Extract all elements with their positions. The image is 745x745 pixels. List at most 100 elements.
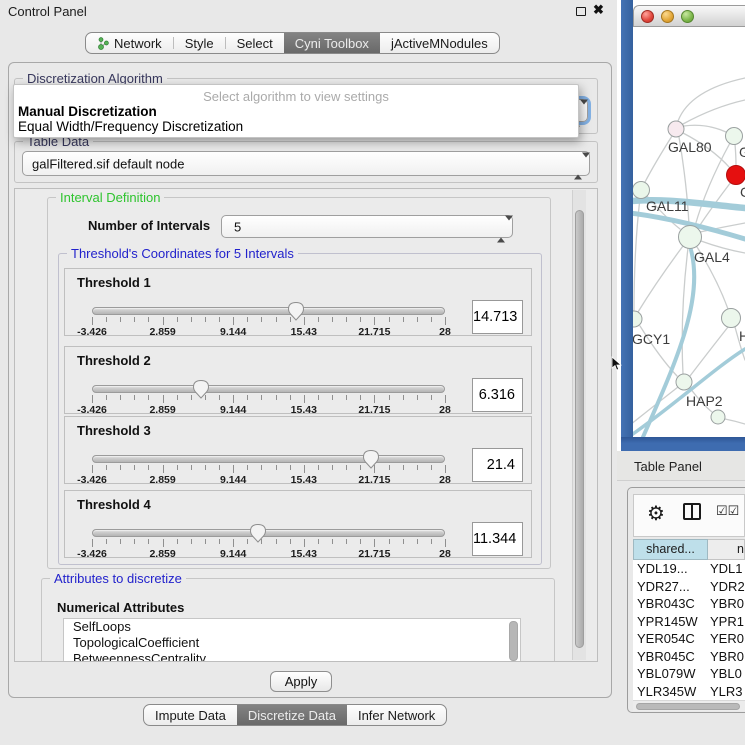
table-row[interactable]: YBR043CYBR0 bbox=[633, 595, 745, 613]
slider-thumb[interactable] bbox=[287, 301, 305, 321]
close-icon[interactable]: ✖ bbox=[593, 2, 604, 18]
numerical-attributes-list[interactable]: SelfLoopsTopologicalCoefficientBetweenne… bbox=[63, 618, 521, 662]
network-node-node[interactable] bbox=[711, 410, 725, 424]
column-header-shared-name[interactable]: shared... bbox=[633, 539, 708, 560]
slider-thumb[interactable] bbox=[249, 523, 267, 543]
slider-track[interactable] bbox=[92, 529, 445, 537]
horizontal-scrollbar[interactable] bbox=[633, 700, 745, 711]
scrollbar-thumb[interactable] bbox=[636, 703, 740, 710]
cell-name[interactable]: YBR0 bbox=[710, 596, 745, 611]
cell-shared-name[interactable]: YPR145W bbox=[633, 614, 710, 629]
cell-shared-name[interactable]: YBL079W bbox=[633, 666, 710, 681]
threshold-3-value-field[interactable]: 21.4 bbox=[472, 448, 523, 482]
number-of-intervals-combobox[interactable]: 5 bbox=[221, 215, 513, 238]
network-edge[interactable] bbox=[735, 144, 736, 165]
threshold-2-value-field[interactable]: 6.316 bbox=[472, 378, 523, 412]
tab-network[interactable]: Network bbox=[86, 33, 173, 53]
network-edge[interactable] bbox=[678, 78, 745, 121]
table-row[interactable]: YBL079WYBL0 bbox=[633, 665, 745, 683]
apply-button[interactable]: Apply bbox=[270, 671, 332, 692]
network-node-gal4[interactable] bbox=[679, 226, 702, 249]
cell-shared-name[interactable]: YBR045C bbox=[633, 649, 710, 664]
table-row[interactable]: YDR27...YDR2 bbox=[633, 578, 745, 596]
cell-name[interactable]: YLR3 bbox=[710, 684, 745, 699]
network-view[interactable]: GAL80GACGAL11GAL4GCY1HHAP2 bbox=[633, 27, 745, 437]
network-node-node[interactable] bbox=[726, 128, 743, 145]
network-edge[interactable] bbox=[683, 100, 745, 124]
tab-infer-network[interactable]: Infer Network bbox=[347, 705, 446, 725]
threshold-4-value-field[interactable]: 11.344 bbox=[472, 522, 523, 556]
scrollbar-track[interactable] bbox=[572, 190, 586, 660]
list-item[interactable]: TopologicalCoefficient bbox=[64, 635, 520, 651]
cell-shared-name[interactable]: YER054C bbox=[633, 631, 710, 646]
close-traffic-light-icon[interactable] bbox=[641, 10, 654, 23]
threshold-1-value-field[interactable]: 14.713 bbox=[472, 300, 523, 334]
table-row[interactable]: YBR045CYBR0 bbox=[633, 648, 745, 666]
cell-name[interactable]: YBL0 bbox=[710, 666, 745, 681]
tab-style[interactable]: Style bbox=[174, 33, 225, 53]
network-node-node[interactable] bbox=[722, 309, 741, 328]
table-row[interactable]: YPR145WYPR1 bbox=[633, 613, 745, 631]
column-header-name[interactable]: name bbox=[708, 539, 745, 560]
cell-shared-name[interactable]: YLR345W bbox=[633, 684, 710, 699]
threshold-4-slider[interactable]: -3.4262.8599.14415.4321.71528 bbox=[92, 527, 445, 559]
slider-thumb[interactable] bbox=[362, 449, 380, 469]
network-edge[interactable] bbox=[682, 248, 688, 374]
slider-tick bbox=[445, 539, 446, 547]
slider-tick-label: 21.715 bbox=[358, 548, 390, 560]
tab-jactivemnodules[interactable]: jActiveMNodules bbox=[380, 33, 499, 53]
list-scrollbar[interactable] bbox=[509, 621, 518, 661]
table-toolbar: ⚙ ☑☑ bbox=[633, 494, 745, 537]
network-edge[interactable] bbox=[684, 125, 726, 132]
cell-name[interactable]: YER0 bbox=[710, 631, 745, 646]
cell-name[interactable]: YDL1 bbox=[710, 561, 745, 576]
slider-tick-label: -3.426 bbox=[77, 548, 107, 560]
cell-shared-name[interactable]: YDR27... bbox=[633, 579, 710, 594]
scrollbar-thumb[interactable] bbox=[575, 210, 584, 648]
cell-name[interactable]: YPR1 bbox=[710, 614, 745, 629]
cell-shared-name[interactable]: YBR043C bbox=[633, 596, 710, 611]
dropdown-item-equal-width[interactable]: Equal Width/Frequency Discretization bbox=[14, 119, 578, 134]
number-of-intervals-value: 5 bbox=[234, 219, 241, 234]
stepper-arrows-icon[interactable] bbox=[574, 157, 584, 170]
network-edge[interactable] bbox=[725, 419, 745, 424]
table-row[interactable]: YER054CYER0 bbox=[633, 630, 745, 648]
tab-cyni-toolbox[interactable]: Cyni Toolbox bbox=[284, 33, 380, 53]
dropdown-placeholder[interactable]: Select algorithm to view settings bbox=[14, 85, 578, 104]
network-window-titlebar[interactable] bbox=[633, 5, 745, 27]
stepper-arrows-icon[interactable] bbox=[497, 220, 507, 233]
list-item[interactable]: BetweennessCentrality bbox=[64, 651, 520, 662]
threshold-3-slider[interactable]: -3.4262.8599.14415.4321.71528 bbox=[92, 453, 445, 485]
network-node-gcy1[interactable] bbox=[633, 311, 642, 327]
tab-select[interactable]: Select bbox=[226, 33, 284, 53]
network-node-gal11[interactable] bbox=[633, 182, 650, 199]
table-row[interactable]: YLR345WYLR3 bbox=[633, 683, 745, 701]
tab-discretize-data[interactable]: Discretize Data bbox=[237, 705, 347, 725]
checkbox-icons[interactable]: ☑☑ bbox=[716, 503, 739, 519]
slider-thumb[interactable] bbox=[192, 379, 210, 399]
network-edge[interactable] bbox=[695, 143, 730, 226]
tab-impute-data[interactable]: Impute Data bbox=[144, 705, 237, 725]
columns-icon[interactable] bbox=[683, 503, 701, 520]
float-window-icon[interactable] bbox=[576, 7, 586, 16]
slider-track[interactable] bbox=[92, 385, 445, 393]
threshold-1-slider[interactable]: -3.4262.8599.14415.4321.71528 bbox=[92, 305, 445, 337]
dropdown-item-manual[interactable]: Manual Discretization bbox=[14, 104, 578, 119]
cell-name[interactable]: YBR0 bbox=[710, 649, 745, 664]
list-item[interactable]: SelfLoops bbox=[64, 619, 520, 635]
table-data-combobox[interactable]: galFiltered.sif default node bbox=[22, 151, 590, 176]
threshold-2-slider[interactable]: -3.4262.8599.14415.4321.71528 bbox=[92, 383, 445, 415]
zoom-traffic-light-icon[interactable] bbox=[681, 10, 694, 23]
cell-shared-name[interactable]: YDL19... bbox=[633, 561, 710, 576]
minimize-traffic-light-icon[interactable] bbox=[661, 10, 674, 23]
network-edge[interactable] bbox=[690, 327, 728, 376]
network-edge[interactable] bbox=[638, 246, 683, 312]
network-node-gal80[interactable] bbox=[668, 121, 684, 137]
gear-icon[interactable]: ⚙ bbox=[647, 501, 665, 527]
slider-track[interactable] bbox=[92, 455, 445, 463]
cell-name[interactable]: YDR2 bbox=[710, 579, 745, 594]
slider-track[interactable] bbox=[92, 307, 445, 315]
network-node-hap2[interactable] bbox=[676, 374, 692, 390]
table-row[interactable]: YDL19...YDL1 bbox=[633, 560, 745, 578]
network-node-node-red[interactable] bbox=[727, 166, 745, 185]
